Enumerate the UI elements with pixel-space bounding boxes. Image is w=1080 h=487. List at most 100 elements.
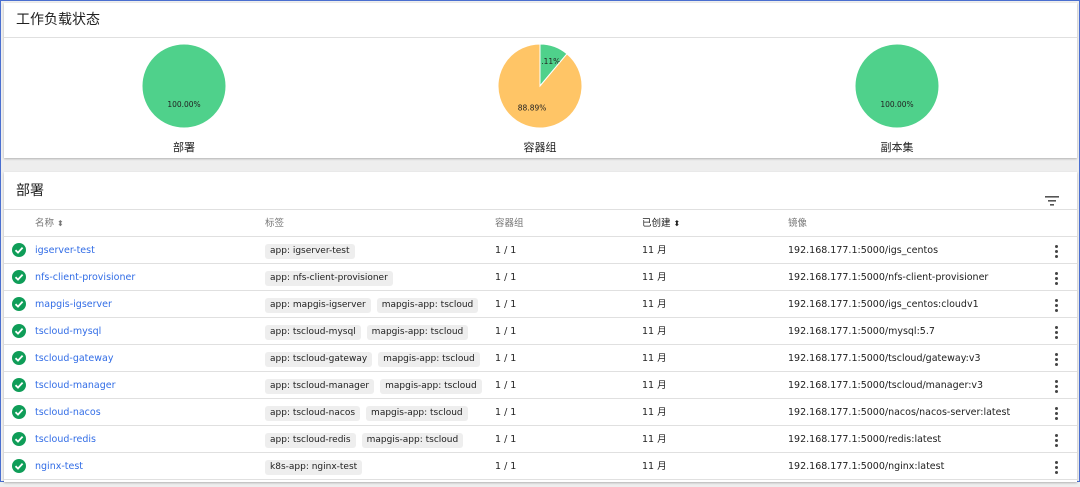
more-vert-icon[interactable] bbox=[1051, 353, 1061, 368]
table-row: nfs-client-provisioner app: nfs-client-p… bbox=[4, 264, 1077, 291]
labels-cell: app: igserver-test bbox=[265, 237, 361, 264]
image-cell: 192.168.177.1:5000/nacos/nacos-server:la… bbox=[788, 407, 1011, 418]
pie-caption: 容器组 bbox=[523, 141, 557, 154]
more-vert-icon[interactable] bbox=[1051, 461, 1061, 476]
pods-cell: 1 / 1 bbox=[495, 245, 517, 256]
label-chip: k8s-app: nginx-test bbox=[265, 460, 363, 475]
labels-cell: app: tscloud-nacos mapgis-app: tscloud bbox=[265, 399, 474, 426]
more-vert-icon[interactable] bbox=[1051, 380, 1061, 395]
check-circle-icon bbox=[12, 432, 26, 446]
label-chip: app: igserver-test bbox=[265, 244, 355, 259]
label-chip: app: mapgis-igserver bbox=[265, 298, 371, 313]
table-row: tscloud-redis app: tscloud-redis mapgis-a… bbox=[4, 426, 1077, 453]
pie-chart-2: 100.00% 副本集 bbox=[837, 43, 957, 155]
created-cell: 11 月 bbox=[642, 272, 667, 283]
image-cell: 192.168.177.1:5000/tscloud/gateway:v3 bbox=[788, 353, 981, 364]
label-chip: app: tscloud-mysql bbox=[265, 325, 361, 340]
table-row: tscloud-nacos app: tscloud-nacos mapgis-a… bbox=[4, 399, 1077, 426]
check-circle-icon bbox=[12, 378, 26, 392]
sort-active-icon[interactable]: ⬍ bbox=[674, 219, 681, 228]
deployment-name-link[interactable]: tscloud-gateway bbox=[35, 353, 113, 364]
created-cell: 11 月 bbox=[642, 434, 667, 445]
labels-cell: app: tscloud-gateway mapgis-app: tscloud bbox=[265, 345, 486, 372]
table-row: tscloud-gateway app: tscloud-gateway mapg… bbox=[4, 345, 1077, 372]
more-vert-icon[interactable] bbox=[1051, 299, 1061, 314]
pie-caption: 副本集 bbox=[880, 141, 914, 154]
pods-cell: 1 / 1 bbox=[495, 407, 517, 418]
image-cell: 192.168.177.1:5000/igs_centos:cloudv1 bbox=[788, 299, 979, 310]
sort-icon[interactable]: ⬍ bbox=[57, 219, 64, 228]
created-cell: 11 月 bbox=[642, 299, 667, 310]
deployment-name-link[interactable]: tscloud-manager bbox=[35, 380, 116, 391]
pie-slice bbox=[854, 43, 940, 129]
label-chip: mapgis-app: tscloud bbox=[366, 406, 468, 421]
pie-slice bbox=[141, 43, 227, 129]
label-chip: mapgis-app: tscloud bbox=[366, 325, 469, 340]
table-row: nginx-test k8s-app: nginx-test 1 / 1 11 … bbox=[4, 453, 1077, 480]
label-chip: app: nfs-client-provisioner bbox=[265, 271, 393, 286]
pods-cell: 1 / 1 bbox=[495, 353, 517, 364]
deployment-name-link[interactable]: tscloud-redis bbox=[35, 434, 96, 445]
created-cell: 11 月 bbox=[642, 380, 667, 391]
labels-cell: app: mapgis-igserver mapgis-app: tscloud bbox=[265, 291, 484, 318]
more-vert-icon[interactable] bbox=[1051, 407, 1061, 422]
pods-cell: 1 / 1 bbox=[495, 326, 517, 337]
deployment-name-link[interactable]: mapgis-igserver bbox=[35, 299, 112, 310]
label-chip: mapgis-app: tscloud bbox=[376, 298, 479, 313]
created-cell: 11 月 bbox=[642, 407, 667, 418]
workload-status-card: 工作负载状态 100.00% 部署 11.11% 88.89% 容器组 100.00% 副本… bbox=[4, 3, 1077, 158]
status-cell bbox=[12, 345, 26, 372]
pie-label: 100.00% bbox=[880, 100, 913, 109]
check-circle-icon bbox=[12, 351, 26, 365]
deployment-name-link[interactable]: tscloud-mysql bbox=[35, 326, 101, 337]
table-row: igserver-test app: igserver-test 1 / 1 1… bbox=[4, 237, 1077, 264]
table-row: tscloud-manager app: tscloud-manager mapg… bbox=[4, 372, 1077, 399]
labels-cell: app: tscloud-redis mapgis-app: tscloud bbox=[265, 426, 469, 453]
check-circle-icon bbox=[12, 270, 26, 284]
column-name[interactable]: 名称 ⬍ bbox=[35, 210, 64, 237]
more-vert-icon[interactable] bbox=[1051, 272, 1061, 287]
label-chip: mapgis-app: tscloud bbox=[378, 352, 480, 367]
image-cell: 192.168.177.1:5000/mysql:5.7 bbox=[788, 326, 935, 337]
label-chip: app: tscloud-gateway bbox=[265, 352, 373, 367]
pie-label: 100.00% bbox=[167, 100, 200, 109]
deployment-name-link[interactable]: nginx-test bbox=[35, 461, 83, 472]
deployment-name-link[interactable]: nfs-client-provisioner bbox=[35, 272, 135, 283]
column-created[interactable]: 已创建 ⬍ bbox=[642, 210, 680, 237]
status-cell bbox=[12, 318, 26, 345]
deployment-name-link[interactable]: igserver-test bbox=[35, 245, 95, 256]
more-vert-icon[interactable] bbox=[1051, 326, 1061, 341]
image-cell: 192.168.177.1:5000/nginx:latest bbox=[788, 461, 945, 472]
deployments-card: 部署 名称 ⬍ 标签 容器组 已创建 ⬍ 镜像 igserver-test app:… bbox=[4, 172, 1077, 482]
status-cell bbox=[12, 372, 26, 399]
status-cell bbox=[12, 291, 26, 318]
image-cell: 192.168.177.1:5000/redis:latest bbox=[788, 434, 942, 445]
table-header: 名称 ⬍ 标签 容器组 已创建 ⬍ 镜像 bbox=[4, 210, 1077, 237]
status-cell bbox=[12, 453, 26, 480]
created-cell: 11 月 bbox=[642, 326, 667, 337]
pods-cell: 1 / 1 bbox=[495, 380, 517, 391]
created-cell: 11 月 bbox=[642, 245, 667, 256]
label-chip: app: tscloud-nacos bbox=[265, 406, 361, 421]
check-circle-icon bbox=[12, 459, 26, 473]
check-circle-icon bbox=[12, 324, 26, 338]
check-circle-icon bbox=[12, 297, 26, 311]
image-cell: 192.168.177.1:5000/tscloud/manager:v3 bbox=[788, 380, 984, 391]
pods-cell: 1 / 1 bbox=[495, 272, 517, 283]
pods-cell: 1 / 1 bbox=[495, 461, 517, 472]
deployments-title: 部署 bbox=[16, 183, 44, 199]
labels-cell: app: nfs-client-provisioner bbox=[265, 264, 399, 291]
more-vert-icon[interactable] bbox=[1051, 245, 1061, 260]
check-circle-icon bbox=[12, 243, 26, 257]
label-chip: app: tscloud-manager bbox=[265, 379, 375, 394]
workload-status-title: 工作负载状态 bbox=[4, 3, 1077, 38]
pie-slice bbox=[497, 43, 583, 129]
more-vert-icon[interactable] bbox=[1051, 434, 1061, 449]
deployment-name-link[interactable]: tscloud-nacos bbox=[35, 407, 101, 418]
table-row: tscloud-mysql app: tscloud-mysql mapgis-a… bbox=[4, 318, 1077, 345]
table-row: mapgis-igserver app: mapgis-igserver mapg… bbox=[4, 291, 1077, 318]
label-chip: app: tscloud-redis bbox=[265, 433, 356, 448]
status-cell bbox=[12, 399, 26, 426]
created-cell: 11 月 bbox=[642, 461, 667, 472]
created-cell: 11 月 bbox=[642, 353, 667, 364]
